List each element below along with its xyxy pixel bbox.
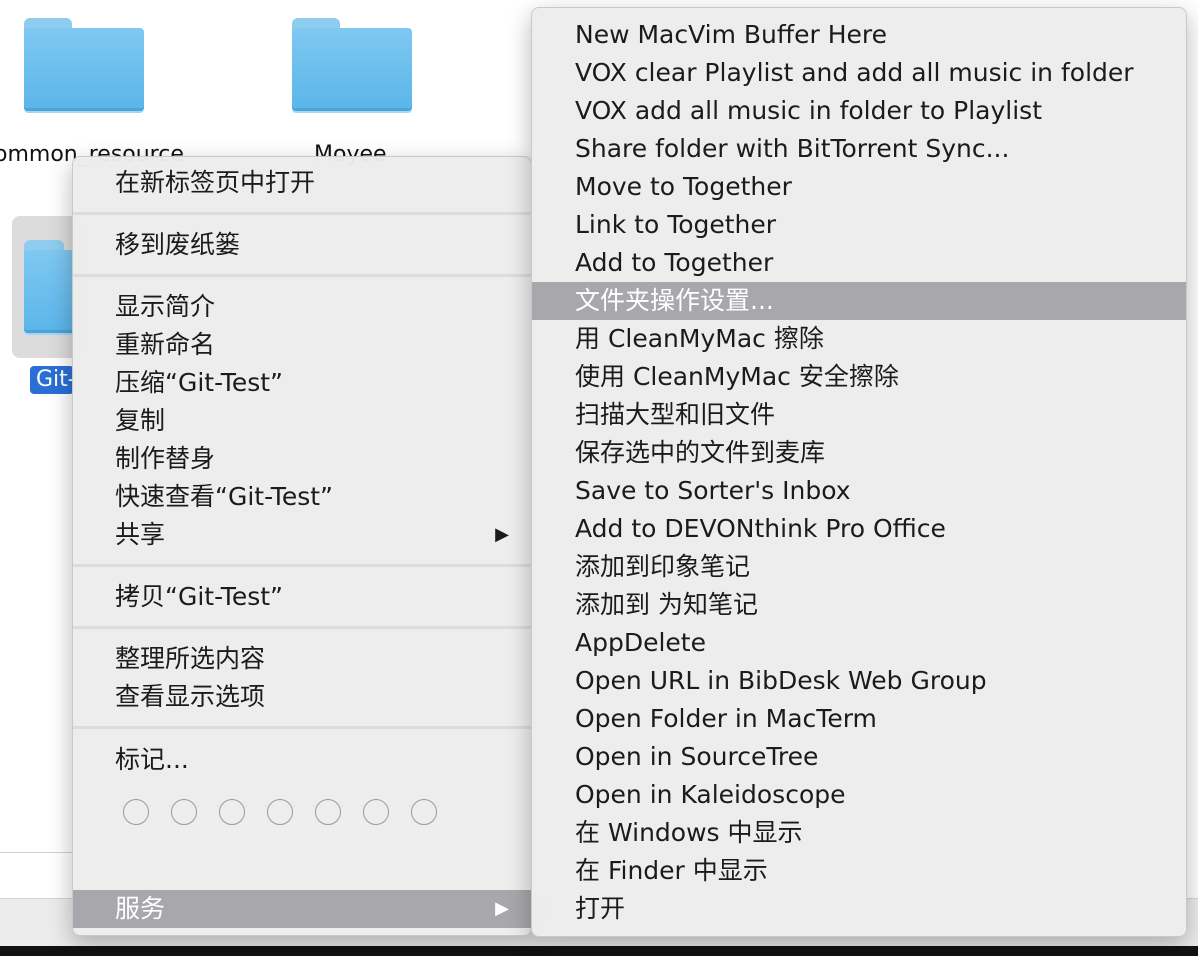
menu-separator xyxy=(73,274,531,277)
folder-icon[interactable] xyxy=(24,18,144,113)
selected-folder-label[interactable]: Git- xyxy=(30,366,74,394)
service-item-label: New MacVim Buffer Here xyxy=(575,20,888,49)
menu-item-clean-up-selection[interactable]: 整理所选内容 xyxy=(73,640,531,678)
submenu-arrow-icon: ▶ xyxy=(495,898,509,919)
menu-item-label: 复制 xyxy=(115,406,166,435)
service-item-label: Link to Together xyxy=(575,210,777,239)
tag-circle-icon[interactable] xyxy=(363,799,389,825)
service-item[interactable]: Open URL in BibDesk Web Group xyxy=(532,662,1186,700)
service-item[interactable]: 使用 CleanMyMac 安全擦除 xyxy=(532,358,1186,396)
service-item-label: 在 Finder 中显示 xyxy=(575,856,768,885)
service-item-label: Add to DEVONthink Pro Office xyxy=(575,514,946,543)
service-item[interactable]: Move to Together xyxy=(532,168,1186,206)
menu-item-make-alias[interactable]: 制作替身 xyxy=(73,440,531,478)
tag-circle-icon[interactable] xyxy=(411,799,437,825)
service-item[interactable]: 保存选中的文件到麦库 xyxy=(532,434,1186,472)
menu-item-label: 压缩“Git-Test” xyxy=(115,368,283,397)
menu-separator xyxy=(73,564,531,567)
service-item[interactable]: 用 CleanMyMac 擦除 xyxy=(532,320,1186,358)
menu-item-label: 拷贝“Git-Test” xyxy=(115,582,283,611)
menu-item-show-view-options[interactable]: 查看显示选项 xyxy=(73,678,531,716)
menu-separator xyxy=(73,212,531,215)
service-item-label: Open Folder in MacTerm xyxy=(575,704,877,733)
service-item[interactable]: Add to Together xyxy=(532,244,1186,282)
menu-item-duplicate[interactable]: 复制 xyxy=(73,402,531,440)
service-item-label: AppDelete xyxy=(575,628,706,657)
menu-item-label: 整理所选内容 xyxy=(115,644,266,673)
service-item-label: Open URL in BibDesk Web Group xyxy=(575,666,987,695)
service-item[interactable]: VOX clear Playlist and add all music in … xyxy=(532,54,1186,92)
menu-item-rename[interactable]: 重新命名 xyxy=(73,326,531,364)
menu-item-label: 移到废纸篓 xyxy=(115,230,241,259)
service-item[interactable]: Open Folder in MacTerm xyxy=(532,700,1186,738)
service-item[interactable]: Save to Sorter's Inbox xyxy=(532,472,1186,510)
service-item[interactable]: New MacVim Buffer Here xyxy=(532,16,1186,54)
menu-item-label: 快速查看“Git-Test” xyxy=(115,482,333,511)
service-item-label: 添加到印象笔记 xyxy=(575,552,751,581)
context-menu: 在新标签页中打开 移到废纸篓 显示简介 重新命名 压缩“Git-Test” 复制… xyxy=(72,156,532,936)
menu-item-label: 在新标签页中打开 xyxy=(115,168,316,197)
menu-item-tags[interactable]: 标记... xyxy=(73,741,531,779)
service-item-label: VOX add all music in folder to Playlist xyxy=(575,96,1042,125)
tag-circle-icon[interactable] xyxy=(123,799,149,825)
menu-item-label: 服务 xyxy=(115,894,166,923)
service-item-label: VOX clear Playlist and add all music in … xyxy=(575,58,1134,87)
menu-item-copy[interactable]: 拷贝“Git-Test” xyxy=(73,578,531,616)
tag-circle-icon[interactable] xyxy=(267,799,293,825)
service-item-label: Open in Kaleidoscope xyxy=(575,780,846,809)
menu-item-label: 制作替身 xyxy=(115,444,216,473)
service-item-label: 添加到 为知笔记 xyxy=(575,590,758,619)
service-item[interactable]: AppDelete xyxy=(532,624,1186,662)
divider xyxy=(0,852,80,853)
menu-item-share[interactable]: 共享 ▶ xyxy=(73,516,531,554)
dock-edge xyxy=(0,946,1198,956)
service-item-label: 使用 CleanMyMac 安全擦除 xyxy=(575,362,899,391)
service-item-label: 扫描大型和旧文件 xyxy=(575,400,776,429)
menu-separator xyxy=(73,726,531,729)
service-item-label: Open in SourceTree xyxy=(575,742,819,771)
service-item-label: Add to Together xyxy=(575,248,774,277)
services-submenu: New MacVim Buffer Here VOX clear Playlis… xyxy=(531,7,1187,937)
menu-separator xyxy=(73,626,531,629)
menu-item-services[interactable]: 服务 ▶ xyxy=(73,890,531,928)
menu-item-open-in-new-tab[interactable]: 在新标签页中打开 xyxy=(73,164,531,202)
service-item[interactable]: Open in SourceTree xyxy=(532,738,1186,776)
tag-circle-icon[interactable] xyxy=(315,799,341,825)
service-item[interactable]: Share folder with BitTorrent Sync... xyxy=(532,130,1186,168)
service-item[interactable]: 打开 xyxy=(532,890,1186,928)
menu-item-compress[interactable]: 压缩“Git-Test” xyxy=(73,364,531,402)
service-item[interactable]: 添加到印象笔记 xyxy=(532,548,1186,586)
folder-icon[interactable] xyxy=(292,18,412,113)
service-item-label: Move to Together xyxy=(575,172,792,201)
submenu-arrow-icon: ▶ xyxy=(495,524,509,545)
service-item[interactable]: Open in Kaleidoscope xyxy=(532,776,1186,814)
service-item-label: Share folder with BitTorrent Sync... xyxy=(575,134,1010,163)
service-item[interactable]: 扫描大型和旧文件 xyxy=(532,396,1186,434)
menu-item-quick-look[interactable]: 快速查看“Git-Test” xyxy=(73,478,531,516)
tag-circle-icon[interactable] xyxy=(219,799,245,825)
menu-item-move-to-trash[interactable]: 移到废纸篓 xyxy=(73,226,531,264)
service-item-folder-actions-setup[interactable]: 文件夹操作设置... xyxy=(532,282,1186,320)
menu-item-label: 共享 xyxy=(115,520,166,549)
service-item[interactable]: 在 Windows 中显示 xyxy=(532,814,1186,852)
menu-item-label: 显示简介 xyxy=(115,292,216,321)
service-item[interactable]: Link to Together xyxy=(532,206,1186,244)
service-item[interactable]: Add to DEVONthink Pro Office xyxy=(532,510,1186,548)
service-item-label: 打开 xyxy=(575,894,626,923)
menu-item-label: 查看显示选项 xyxy=(115,682,266,711)
service-item-label: 保存选中的文件到麦库 xyxy=(575,438,826,467)
service-item[interactable]: 添加到 为知笔记 xyxy=(532,586,1186,624)
menu-item-label: 标记... xyxy=(115,745,189,774)
service-item-label: 用 CleanMyMac 擦除 xyxy=(575,324,824,353)
menu-item-label: 重新命名 xyxy=(115,330,216,359)
folder-icon[interactable] xyxy=(24,240,74,335)
service-item-label: 文件夹操作设置... xyxy=(575,286,774,315)
service-item-label: 在 Windows 中显示 xyxy=(575,818,803,847)
service-item[interactable]: 在 Finder 中显示 xyxy=(532,852,1186,890)
tag-circle-icon[interactable] xyxy=(171,799,197,825)
service-item-label: Save to Sorter's Inbox xyxy=(575,476,851,505)
service-item[interactable]: VOX add all music in folder to Playlist xyxy=(532,92,1186,130)
menu-item-get-info[interactable]: 显示简介 xyxy=(73,288,531,326)
